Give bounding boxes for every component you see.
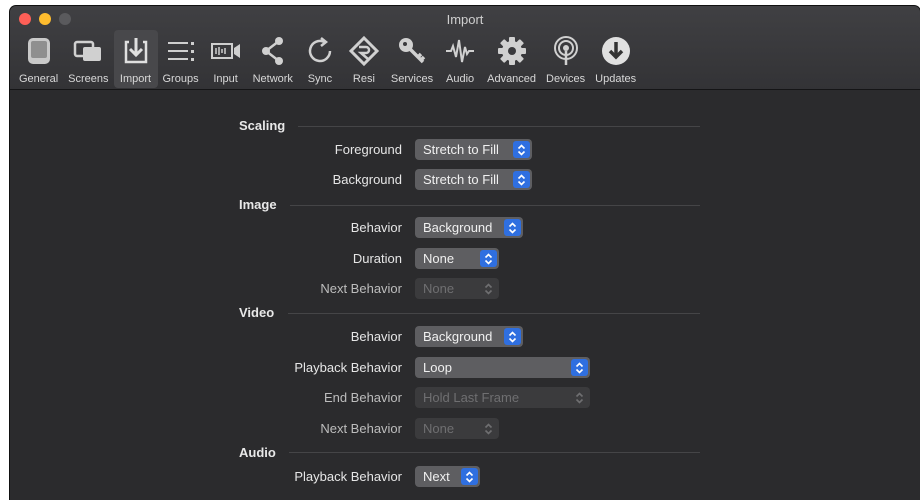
general-icon <box>22 34 56 68</box>
chevron-updown-icon <box>461 468 478 485</box>
image-duration-popup[interactable]: None <box>415 248 499 269</box>
preferences-window: Import General Screens Import Groups Inp… <box>10 6 920 500</box>
resi-icon <box>347 34 381 68</box>
background-scaling-popup[interactable]: Stretch to Fill <box>415 169 532 190</box>
download-icon <box>599 34 633 68</box>
audio-playback-behavior-popup[interactable]: Next <box>415 466 480 487</box>
image-next-behavior-label: Next Behavior <box>320 281 402 296</box>
audio-playback-behavior-value: Next <box>423 469 450 484</box>
video-behavior-popup[interactable]: Background <box>415 326 523 347</box>
import-settings-pane: Scaling Foreground Stretch to Fill Backg… <box>10 91 920 500</box>
image-behavior-popup[interactable]: Background <box>415 217 523 238</box>
chevron-updown-icon <box>571 359 588 376</box>
section-divider <box>289 452 700 453</box>
network-icon <box>256 34 290 68</box>
tab-general-label: General <box>19 73 59 85</box>
video-next-behavior-label: Next Behavior <box>320 421 402 436</box>
tab-advanced[interactable]: Advanced <box>482 30 541 88</box>
video-end-behavior-label: End Behavior <box>323 390 402 405</box>
section-divider <box>288 313 700 314</box>
waveform-icon <box>443 34 477 68</box>
title-bar: Import General Screens Import Groups Inp… <box>10 6 920 90</box>
tab-groups[interactable]: Groups <box>158 30 204 88</box>
audio-playback-behavior-label: Playback Behavior <box>294 469 402 484</box>
tab-screens-label: Screens <box>68 73 109 85</box>
input-icon <box>209 34 243 68</box>
preferences-toolbar: General Screens Import Groups Input Netw… <box>14 30 641 88</box>
tab-services[interactable]: Services <box>386 30 438 88</box>
tab-advanced-label: Advanced <box>487 73 537 85</box>
image-behavior-value: Background <box>423 220 493 235</box>
image-next-behavior-popup[interactable]: None <box>415 278 499 299</box>
tab-network[interactable]: Network <box>248 30 298 88</box>
gear-icon <box>495 34 529 68</box>
tab-audio[interactable]: Audio <box>438 30 482 88</box>
foreground-scaling-value: Stretch to Fill <box>423 142 499 157</box>
background-scaling-value: Stretch to Fill <box>423 172 499 187</box>
chevron-updown-icon <box>571 389 588 406</box>
chevron-updown-icon <box>513 171 530 188</box>
tab-screens[interactable]: Screens <box>63 30 113 88</box>
tab-import[interactable]: Import <box>113 30 158 88</box>
video-playback-behavior-value: Loop <box>423 360 452 375</box>
background-label: Background <box>332 172 402 187</box>
section-divider <box>290 205 700 206</box>
chevron-updown-icon <box>513 141 530 158</box>
section-video-heading: Video <box>239 305 275 320</box>
section-divider <box>298 126 700 127</box>
groups-icon <box>164 34 198 68</box>
video-next-behavior-popup[interactable]: None <box>415 418 499 439</box>
tab-groups-label: Groups <box>162 73 199 85</box>
sync-icon <box>303 34 337 68</box>
tab-audio-label: Audio <box>446 73 475 85</box>
window-title: Import <box>446 12 484 27</box>
foreground-scaling-popup[interactable]: Stretch to Fill <box>415 139 532 160</box>
foreground-label: Foreground <box>334 142 402 157</box>
image-next-behavior-value: None <box>423 281 455 296</box>
video-end-behavior-popup[interactable]: Hold Last Frame <box>415 387 590 408</box>
tab-devices[interactable]: Devices <box>541 30 590 88</box>
image-behavior-label: Behavior <box>350 220 402 235</box>
image-duration-value: None <box>423 251 455 266</box>
video-playback-behavior-label: Playback Behavior <box>294 360 402 375</box>
image-duration-label: Duration <box>352 251 402 266</box>
tab-updates[interactable]: Updates <box>590 30 641 88</box>
tab-input-label: Input <box>213 73 238 85</box>
tab-input[interactable]: Input <box>204 30 248 88</box>
section-image-heading: Image <box>239 197 277 212</box>
tab-general[interactable]: General <box>14 30 63 88</box>
broadcast-icon <box>549 34 583 68</box>
chevron-updown-icon <box>480 420 497 437</box>
tab-import-label: Import <box>119 73 152 85</box>
video-behavior-label: Behavior <box>350 329 402 344</box>
section-scaling-heading: Scaling <box>239 118 286 133</box>
chevron-updown-icon <box>504 328 521 345</box>
screens-icon <box>71 34 105 68</box>
tab-sync[interactable]: Sync <box>298 30 342 88</box>
tab-sync-label: Sync <box>307 73 333 85</box>
key-icon <box>395 34 429 68</box>
import-icon <box>119 34 153 68</box>
tab-services-label: Services <box>390 73 434 85</box>
chevron-updown-icon <box>504 219 521 236</box>
chevron-updown-icon <box>480 250 497 267</box>
tab-network-label: Network <box>252 73 293 85</box>
video-behavior-value: Background <box>423 329 493 344</box>
chevron-updown-icon <box>480 280 497 297</box>
video-end-behavior-value: Hold Last Frame <box>423 390 520 405</box>
video-playback-behavior-popup[interactable]: Loop <box>415 357 590 378</box>
tab-devices-label: Devices <box>546 73 586 85</box>
section-audio-heading: Audio <box>239 445 276 460</box>
video-next-behavior-value: None <box>423 421 455 436</box>
tab-resi[interactable]: Resi <box>342 30 386 88</box>
tab-updates-label: Updates <box>595 73 637 85</box>
tab-resi-label: Resi <box>352 73 375 85</box>
